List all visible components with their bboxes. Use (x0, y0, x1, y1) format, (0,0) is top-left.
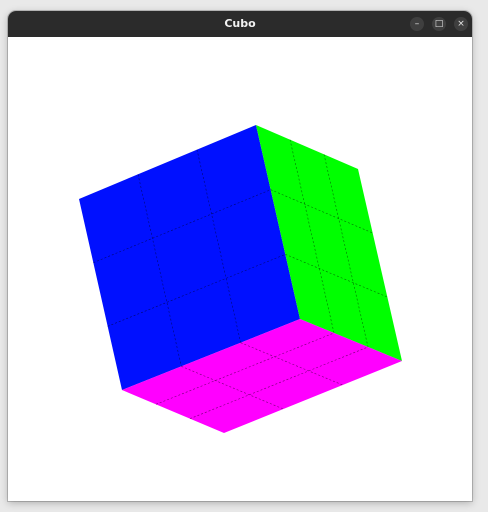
title-bar[interactable]: Cubo – □ × (8, 11, 472, 37)
minimize-button[interactable]: – (410, 17, 424, 31)
app-window: Cubo – □ × (8, 11, 472, 501)
close-icon: × (457, 19, 465, 29)
close-button[interactable]: × (454, 17, 468, 31)
window-title: Cubo (224, 17, 256, 30)
maximize-icon: □ (434, 19, 444, 29)
cube-drawing (79, 125, 402, 433)
minimize-icon: – (414, 19, 420, 29)
maximize-button[interactable]: □ (432, 17, 446, 31)
render-canvas[interactable] (8, 37, 472, 501)
